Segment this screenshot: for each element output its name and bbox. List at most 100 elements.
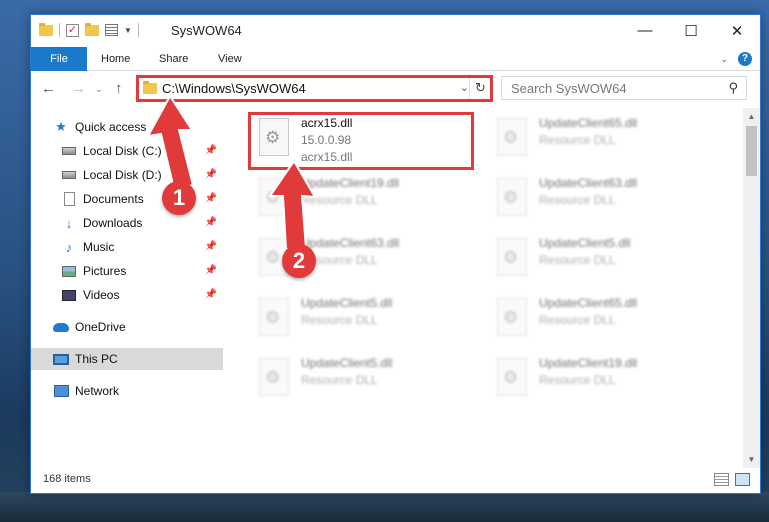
file-description: Resource DLL: [539, 133, 616, 147]
dll-file-icon: [497, 298, 527, 336]
file-name: UpdateClient5.dll: [301, 296, 393, 310]
sidebar-item-this-pc[interactable]: This PC: [31, 348, 223, 370]
title-bar: ✓ ▼ SysWOW64 — ☐ ✕: [31, 15, 760, 47]
minimize-button[interactable]: —: [622, 15, 668, 46]
file-highlight-box: [248, 112, 474, 170]
sidebar-item-documents[interactable]: Documents 📌: [61, 188, 223, 210]
pin-icon[interactable]: 📌: [205, 145, 217, 156]
file-item[interactable]: UpdateClient5.dll Resource DLL: [249, 352, 474, 410]
tab-file[interactable]: File: [31, 47, 87, 71]
properties-check-icon[interactable]: ✓: [66, 23, 79, 37]
sidebar-item-label: Music: [83, 240, 115, 254]
annotation-marker-1: 1: [162, 181, 196, 215]
divider: [137, 23, 139, 37]
tab-view[interactable]: View: [218, 47, 242, 71]
sidebar-item-quick-access[interactable]: ★ Quick access: [53, 116, 245, 138]
pin-icon[interactable]: 📌: [205, 241, 217, 252]
sidebar-item-local-disk-d[interactable]: Local Disk (D:) 📌: [61, 164, 223, 186]
chevron-down-icon[interactable]: ▼: [124, 26, 132, 35]
search-placeholder[interactable]: Search SysWOW64: [511, 81, 627, 96]
network-icon: [53, 384, 69, 398]
sidebar-item-label: Videos: [83, 288, 120, 302]
dll-file-icon: [497, 118, 527, 156]
star-icon: ★: [55, 119, 67, 134]
back-arrow-icon[interactable]: ←: [41, 80, 56, 97]
file-description: Resource DLL: [539, 193, 616, 207]
scroll-down-icon[interactable]: ▼: [743, 451, 760, 468]
pin-icon[interactable]: 📌: [205, 217, 217, 228]
customize-icon[interactable]: [105, 24, 118, 36]
pin-icon[interactable]: 📌: [205, 265, 217, 276]
file-name: UpdateClient19.dll: [539, 356, 638, 370]
navigation-pane: ★ Quick access Local Disk (C:) 📌 Local D…: [31, 108, 227, 468]
dll-file-icon: [259, 298, 289, 336]
file-item[interactable]: UpdateClient5.dll Resource DLL: [249, 292, 474, 350]
large-icons-view-icon[interactable]: [735, 473, 750, 486]
sidebar-item-onedrive[interactable]: OneDrive: [53, 316, 245, 338]
sidebar-item-local-disk-c[interactable]: Local Disk (C:) 📌: [61, 140, 223, 162]
file-item[interactable]: UpdateClient19.dll Resource DLL: [249, 172, 474, 230]
sidebar-item-label: Downloads: [83, 216, 143, 230]
view-toggle: [714, 473, 750, 486]
onedrive-icon: [53, 320, 69, 334]
tab-home[interactable]: Home: [101, 47, 130, 71]
quick-access-toolbar: ✓ ▼: [39, 22, 139, 37]
dll-file-icon: [259, 178, 289, 216]
file-item[interactable]: UpdateClient5.dll Resource DLL: [487, 232, 712, 290]
pin-icon[interactable]: 📌: [205, 193, 217, 204]
help-icon[interactable]: ?: [738, 52, 752, 66]
details-view-icon[interactable]: [714, 473, 729, 486]
videos-icon: [61, 288, 77, 302]
drive-icon: [61, 168, 77, 182]
file-description: Resource DLL: [301, 193, 378, 207]
sidebar-item-label: Documents: [83, 192, 144, 206]
search-box[interactable]: Search SysWOW64 ⚲: [501, 76, 747, 100]
sidebar-item-label: Network: [75, 384, 120, 398]
expand-ribbon-icon[interactable]: ⌄: [720, 54, 728, 65]
new-folder-icon[interactable]: [85, 22, 99, 36]
file-item[interactable]: UpdateClient65.dll Resource DLL: [487, 292, 712, 350]
sidebar-item-pictures[interactable]: Pictures 📌: [61, 260, 223, 282]
up-arrow-icon[interactable]: ↑: [115, 80, 123, 97]
scroll-up-icon[interactable]: ▲: [743, 108, 760, 125]
desktop-background: [0, 492, 769, 522]
computer-icon: [53, 352, 69, 366]
file-name: UpdateClient65.dll: [539, 296, 638, 310]
sidebar-item-music[interactable]: ♪ Music 📌: [61, 236, 223, 258]
address-highlight-box: [136, 75, 493, 102]
drive-icon: [61, 144, 77, 158]
tab-share[interactable]: Share: [159, 47, 188, 71]
file-name: UpdateClient19.dll: [301, 176, 400, 190]
vertical-scrollbar[interactable]: ▲ ▼: [743, 108, 760, 468]
sidebar-item-label: Quick access: [75, 120, 147, 134]
documents-icon: [61, 192, 77, 206]
forward-arrow-icon[interactable]: →: [71, 80, 86, 97]
file-item[interactable]: UpdateClient19.dll Resource DLL: [487, 352, 712, 410]
search-icon[interactable]: ⚲: [728, 80, 738, 96]
sidebar-item-downloads[interactable]: ↓ Downloads 📌: [61, 212, 223, 234]
close-button[interactable]: ✕: [714, 15, 760, 46]
dll-file-icon: [497, 238, 527, 276]
sidebar-item-label: Local Disk (C:): [83, 144, 162, 158]
recent-chevron-icon[interactable]: ⌄: [95, 84, 103, 95]
file-description: Resource DLL: [301, 373, 378, 387]
file-name: UpdateClient63.dll: [301, 236, 400, 250]
pictures-icon: [61, 264, 77, 278]
maximize-button[interactable]: ☐: [668, 15, 714, 46]
sidebar-item-videos[interactable]: Videos 📌: [61, 284, 223, 306]
status-bar: 168 items: [31, 467, 760, 493]
file-item[interactable]: UpdateClient65.dll Resource DLL: [487, 112, 712, 170]
folder-icon: [39, 22, 53, 36]
dll-file-icon: [497, 358, 527, 396]
pin-icon[interactable]: 📌: [205, 169, 217, 180]
file-description: Resource DLL: [539, 313, 616, 327]
sidebar-item-label: OneDrive: [75, 320, 126, 334]
ribbon-tabs: File Home Share View ⌄ ?: [31, 47, 760, 71]
dll-file-icon: [497, 178, 527, 216]
music-icon: ♪: [65, 239, 73, 255]
file-item[interactable]: UpdateClient63.dll Resource DLL: [487, 172, 712, 230]
scrollbar-thumb[interactable]: [746, 126, 757, 176]
sidebar-item-network[interactable]: Network: [53, 380, 245, 402]
file-name: UpdateClient63.dll: [539, 176, 638, 190]
pin-icon[interactable]: 📌: [205, 289, 217, 300]
